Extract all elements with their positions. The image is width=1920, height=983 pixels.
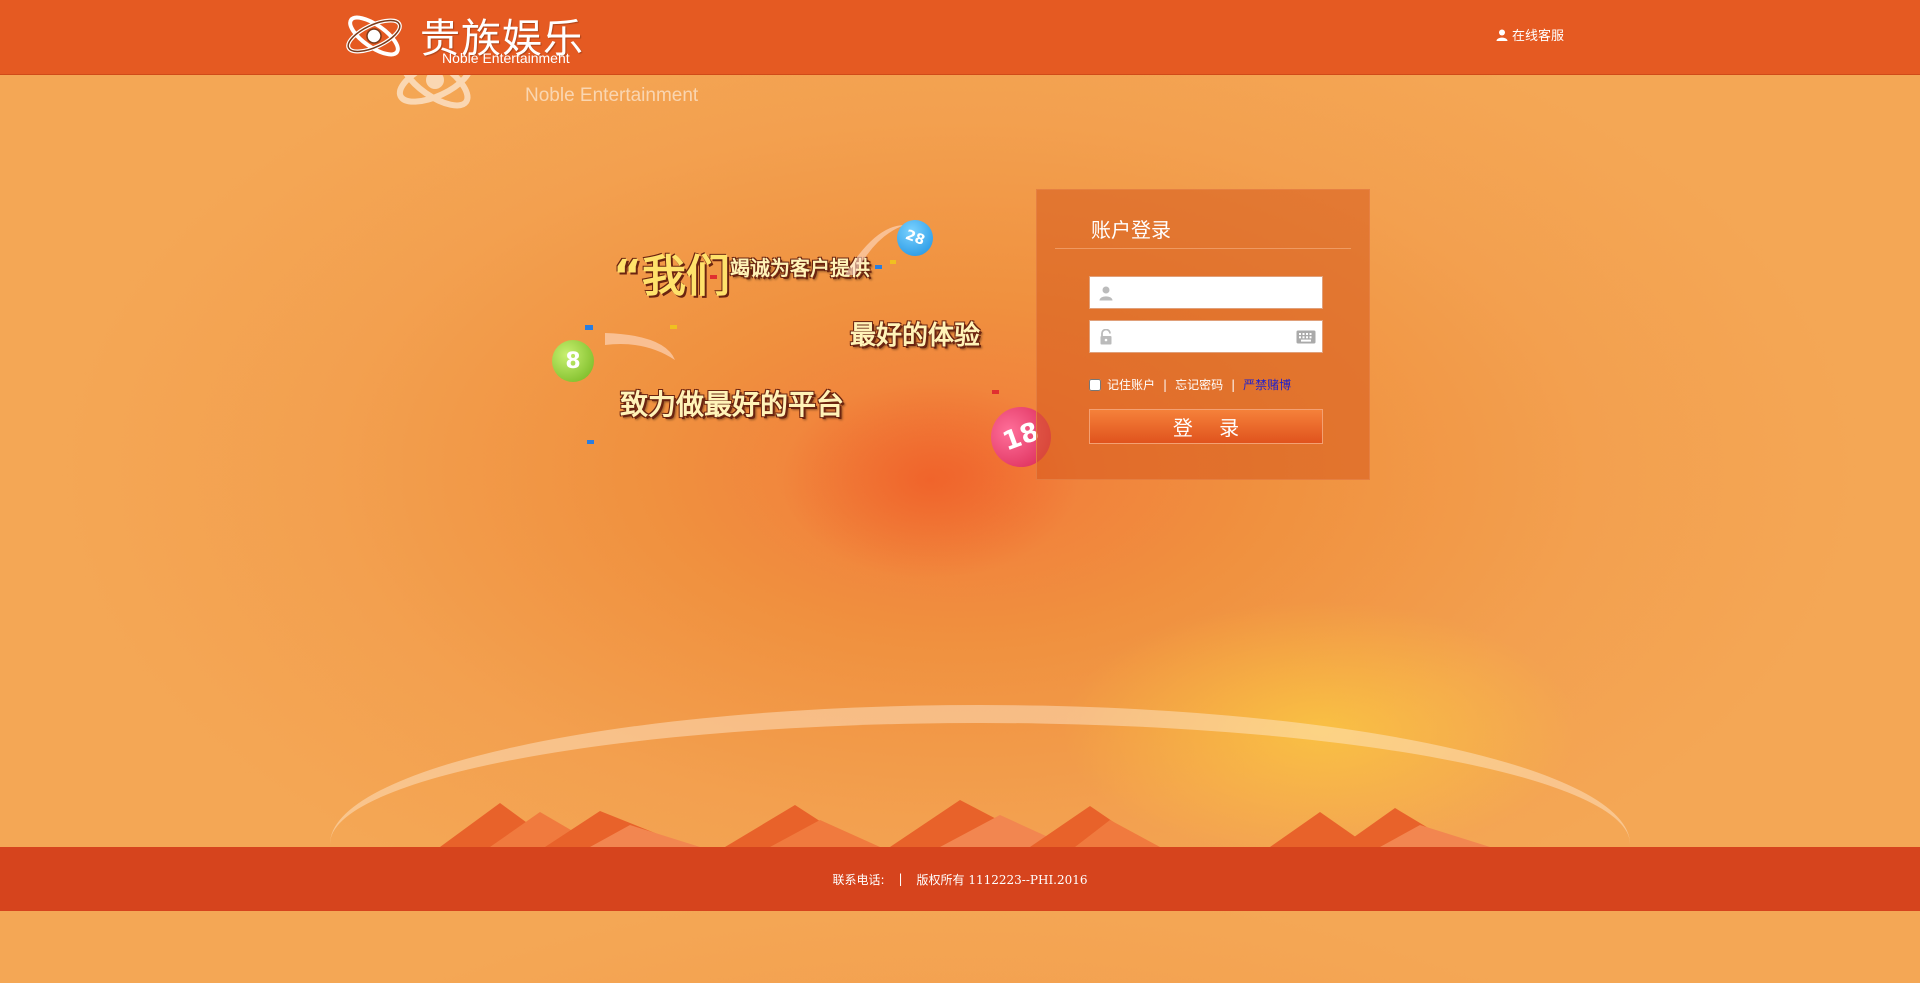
username-input[interactable] (1120, 279, 1294, 308)
lottery-ball-green: 8 (552, 340, 594, 382)
background-brand-en: Noble Entertainment (525, 85, 699, 106)
login-title: 账户登录 (1091, 218, 1171, 242)
contact-phone-label: 联系电话: (832, 872, 885, 887)
slogan-line3: 致力做最好的平台 (620, 388, 845, 421)
login-options: 记住账户 | 忘记密码 | 严禁赌博 (1089, 376, 1291, 393)
copyright-text: 版权所有 1112223--PHI.2016 (916, 872, 1088, 887)
password-input[interactable] (1120, 323, 1294, 352)
separator: | (1231, 377, 1236, 392)
keyboard-icon[interactable] (1296, 330, 1316, 344)
slogan-artwork: “我们” 竭诚为客户提供 最好的体验 致力做最好的平台 (545, 215, 1045, 455)
username-field[interactable] (1089, 276, 1323, 309)
noble-logo-icon (346, 15, 402, 57)
header: 贵族娱乐 Noble Entertainment 在线客服 (0, 0, 1920, 75)
footer: 联系电话: | 版权所有 1112223--PHI.2016 (0, 847, 1920, 911)
slogan-line1: 竭诚为客户提供 (730, 256, 870, 280)
remember-checkbox[interactable] (1089, 378, 1101, 391)
user-icon (1496, 29, 1508, 41)
mountain-decoration (440, 800, 1490, 847)
remember-label[interactable]: 记住账户 (1107, 376, 1155, 393)
password-field[interactable] (1089, 320, 1323, 353)
separator: | (1163, 377, 1168, 392)
footer-separator: | (898, 872, 903, 886)
user-icon (1099, 286, 1113, 301)
login-divider (1055, 248, 1351, 249)
login-panel: 账户登录 记住账户 | 忘记密码 | 严禁赌博 登 录 (1036, 189, 1370, 480)
brand-logo[interactable]: 贵族娱乐 Noble Entertainment (342, 4, 602, 70)
login-button[interactable]: 登 录 (1089, 409, 1323, 444)
online-support-link[interactable]: 在线客服 (1496, 25, 1564, 44)
slogan-line2: 最好的体验 (850, 321, 981, 351)
lock-icon (1100, 329, 1112, 345)
online-support-label: 在线客服 (1512, 29, 1565, 44)
forgot-password-link[interactable]: 忘记密码 (1175, 376, 1223, 393)
brand-name-en: Noble Entertainment (442, 50, 570, 66)
no-gambling-link[interactable]: 严禁赌博 (1243, 376, 1291, 393)
